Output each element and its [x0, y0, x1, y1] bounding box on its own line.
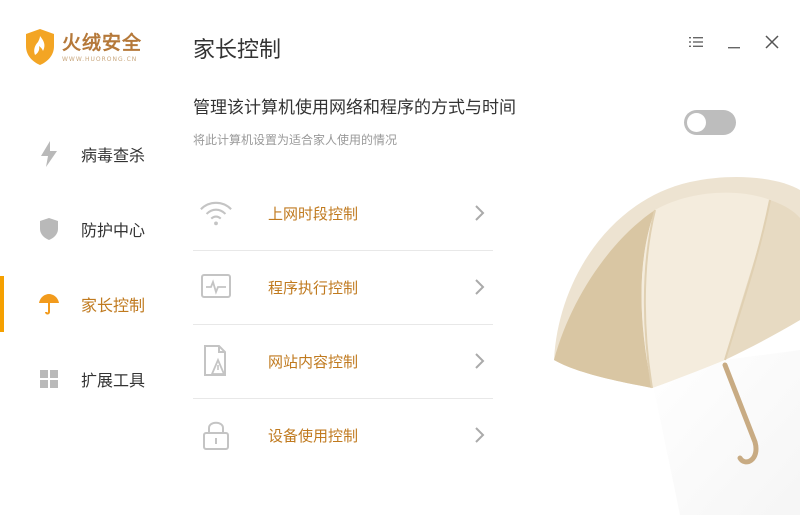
lock-icon [199, 420, 233, 450]
website-content-control-item[interactable]: 网站内容控制 [193, 324, 493, 398]
menu-button[interactable] [684, 30, 708, 54]
shield-icon [38, 218, 60, 240]
sidebar-item-label: 家长控制 [81, 296, 146, 315]
sidebar-item-label: 病毒查杀 [81, 146, 146, 165]
close-icon [765, 35, 779, 49]
umbrella-illustration [554, 176, 800, 515]
control-label: 网站内容控制 [268, 353, 359, 371]
toggle-knob [687, 113, 706, 132]
page-title: 家长控制 [193, 38, 282, 63]
lightning-icon [38, 141, 60, 167]
wifi-icon [199, 198, 233, 228]
app-logo: 火绒安全 WWW.HUORONG.CN [24, 28, 142, 66]
program-monitor-icon [199, 272, 233, 302]
internet-time-control-item[interactable]: 上网时段控制 [193, 176, 493, 250]
sidebar-item-extension-tools[interactable]: 扩展工具 [0, 351, 170, 407]
sidebar-item-protection[interactable]: 防护中心 [0, 201, 170, 257]
chevron-right-icon [475, 205, 485, 221]
sidebar: 火绒安全 WWW.HUORONG.CN 病毒查杀 防护中心 家长控制 扩展工具 [0, 0, 170, 515]
control-label: 程序执行控制 [268, 279, 359, 297]
menu-icon [689, 37, 703, 47]
minimize-button[interactable] [722, 30, 746, 54]
sidebar-item-parental-control[interactable]: 家长控制 [0, 276, 170, 332]
sidebar-item-virus-scan[interactable]: 病毒查杀 [0, 126, 170, 182]
chevron-right-icon [475, 279, 485, 295]
grid-icon [38, 368, 60, 390]
chevron-right-icon [475, 427, 485, 443]
sidebar-item-label: 扩展工具 [81, 371, 146, 390]
huorong-shield-logo-icon [26, 29, 54, 65]
program-execution-control-item[interactable]: 程序执行控制 [193, 250, 493, 324]
section-heading: 管理该计算机使用网络和程序的方式与时间 [193, 98, 516, 118]
sidebar-item-label: 防护中心 [81, 221, 146, 240]
app-name: 火绒安全 [62, 31, 143, 54]
umbrella-icon [38, 293, 60, 315]
control-label: 设备使用控制 [268, 427, 359, 445]
active-indicator [0, 276, 4, 332]
app-url: WWW.HUORONG.CN [62, 55, 138, 63]
device-usage-control-item[interactable]: 设备使用控制 [193, 398, 493, 472]
chevron-right-icon [475, 353, 485, 369]
web-document-icon [199, 345, 233, 376]
minimize-icon [728, 47, 740, 49]
section-subheading: 将此计算机设置为适合家人使用的情况 [193, 133, 398, 147]
parental-control-toggle[interactable] [684, 110, 736, 135]
close-button[interactable] [760, 30, 784, 54]
control-label: 上网时段控制 [268, 205, 359, 223]
